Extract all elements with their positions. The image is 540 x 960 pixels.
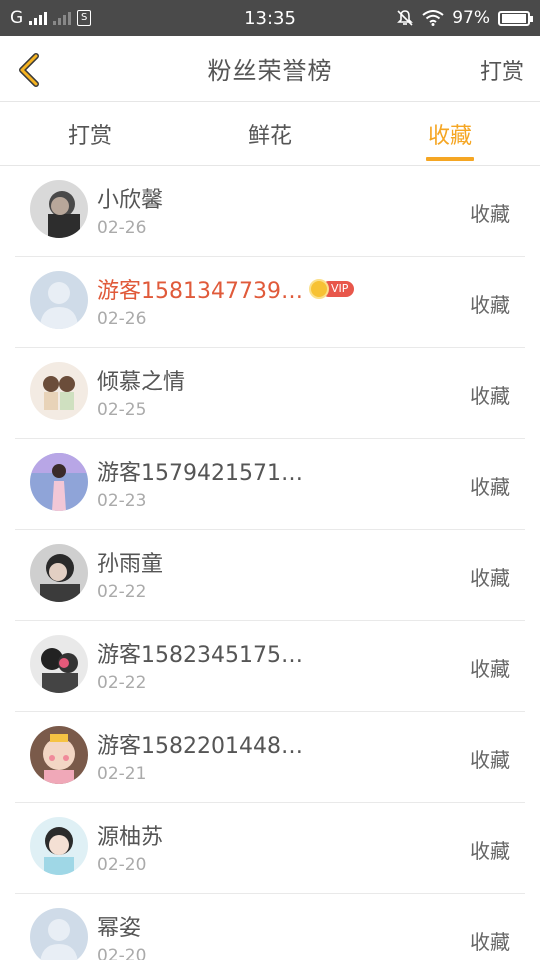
carrier-label: G <box>10 8 24 28</box>
user-name: 幂姿 <box>97 916 142 941</box>
user-name: 源柚苏 <box>97 825 164 850</box>
status-time: 13:35 <box>244 7 296 29</box>
reward-button[interactable]: 打赏 <box>480 54 524 86</box>
action-label: 收藏 <box>470 566 510 590</box>
list-item[interactable]: 游客1581347739… VIP 02-26 收藏 <box>15 257 525 348</box>
list-item[interactable]: 游客1582345175… 02-22 收藏 <box>15 621 525 712</box>
sim-icon: S <box>77 10 92 26</box>
action-label: 收藏 <box>470 748 510 772</box>
date: 02-20 <box>97 855 147 875</box>
action-label: 收藏 <box>470 202 510 226</box>
list-item[interactable]: 倾慕之情 02-25 收藏 <box>15 348 525 439</box>
date: 02-22 <box>97 673 147 693</box>
header: 粉丝荣誉榜 打赏 <box>0 36 540 102</box>
chevron-left-icon <box>19 53 39 87</box>
avatar <box>30 817 88 875</box>
battery-percent: 97% <box>452 8 490 28</box>
user-name: 游客1582345175… <box>97 643 303 668</box>
list-item[interactable]: 小欣馨 02-26 收藏 <box>15 166 525 257</box>
list-item[interactable]: 游客1582201448… 02-21 收藏 <box>15 712 525 803</box>
back-button[interactable] <box>12 50 48 90</box>
action-label: 收藏 <box>470 930 510 954</box>
action-label: 收藏 <box>470 839 510 863</box>
status-bar: G S 13:35 97% <box>0 0 540 36</box>
wifi-icon <box>422 10 444 26</box>
tab-reward[interactable]: 打赏 <box>0 102 180 165</box>
vip-badge: VIP <box>308 279 355 299</box>
avatar <box>30 726 88 784</box>
tab-bar: 打赏 鲜花 收藏 <box>0 102 540 166</box>
avatar <box>30 362 88 420</box>
date: 02-21 <box>97 764 147 784</box>
status-bar-left: G S <box>10 8 190 28</box>
crown-icon <box>308 279 329 299</box>
signal-icon <box>29 11 48 25</box>
tab-favorites[interactable]: 收藏 <box>360 102 540 165</box>
user-name: 游客1579421571… <box>97 461 303 486</box>
avatar <box>30 635 88 693</box>
mute-icon <box>397 10 414 26</box>
list-item[interactable]: 游客1579421571… 02-23 收藏 <box>15 439 525 530</box>
date: 02-26 <box>97 309 147 329</box>
tab-flowers[interactable]: 鲜花 <box>180 102 360 165</box>
list-item[interactable]: 源柚苏 02-20 收藏 <box>15 803 525 894</box>
battery-icon <box>498 10 533 26</box>
date: 02-26 <box>97 218 147 238</box>
list-item[interactable]: 幂姿 02-20 收藏 <box>15 894 525 960</box>
action-label: 收藏 <box>470 384 510 408</box>
user-name: 游客1581347739… <box>97 279 303 304</box>
user-name: 倾慕之情 <box>97 370 186 395</box>
list-item[interactable]: 孙雨童 02-22 收藏 <box>15 530 525 621</box>
avatar <box>30 453 88 511</box>
user-name-row: 游客1581347739… VIP <box>97 273 355 305</box>
avatar <box>30 180 88 238</box>
fan-list: 小欣馨 02-26 收藏 游客1581347739… VIP 02-26 收藏 … <box>0 166 540 960</box>
user-name: 小欣馨 <box>97 188 164 213</box>
date: 02-22 <box>97 582 147 602</box>
action-label: 收藏 <box>470 293 510 317</box>
default-avatar-icon <box>30 271 88 329</box>
user-name: 游客1582201448… <box>97 734 303 759</box>
default-avatar-icon <box>30 908 88 960</box>
avatar <box>30 544 88 602</box>
page-title: 粉丝荣誉榜 <box>207 57 333 85</box>
user-name: 孙雨童 <box>97 552 164 577</box>
date: 02-20 <box>97 946 147 960</box>
date: 02-23 <box>97 491 147 511</box>
action-label: 收藏 <box>470 657 510 681</box>
date: 02-25 <box>97 400 147 420</box>
signal-secondary-icon <box>53 11 72 25</box>
status-bar-right: 97% <box>350 8 533 28</box>
action-label: 收藏 <box>470 475 510 499</box>
